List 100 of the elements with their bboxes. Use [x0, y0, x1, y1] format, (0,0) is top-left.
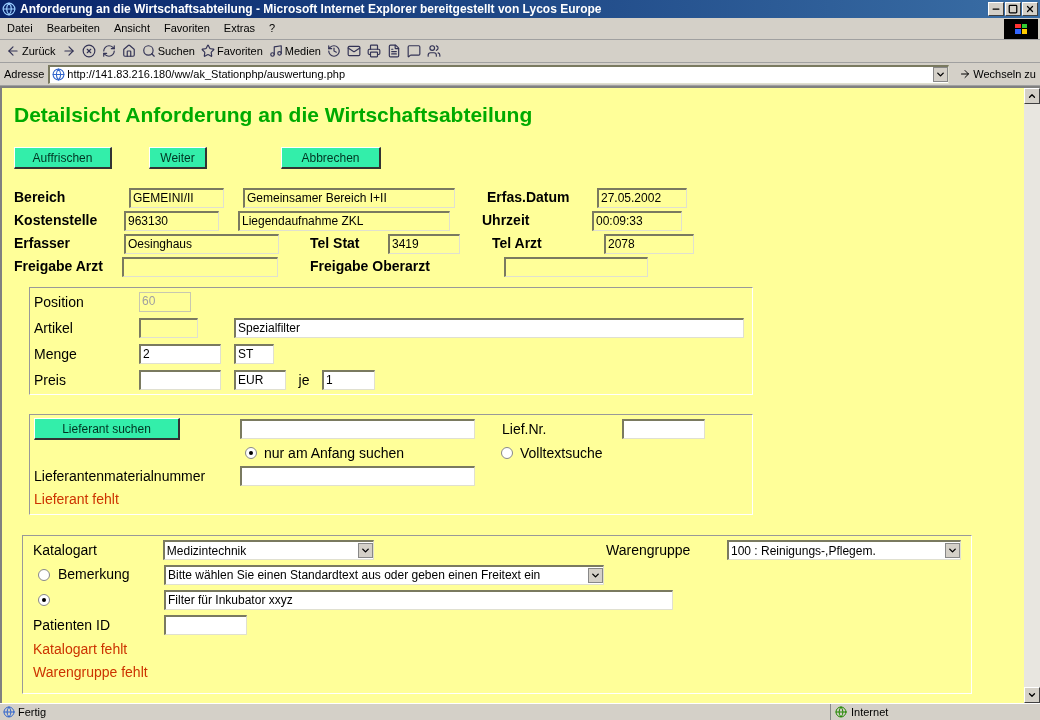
- input-field[interactable]: 963130: [124, 210, 219, 231]
- toolbar-button[interactable]: [326, 44, 341, 58]
- status-text: Fertig: [18, 704, 48, 720]
- menu-item[interactable]: Extras: [216, 20, 263, 37]
- scrollbar[interactable]: [1024, 88, 1040, 703]
- field-label: Freigabe Oberarzt: [310, 257, 431, 276]
- mail-icon: [346, 44, 361, 58]
- address-field[interactable]: http://141.83.216.180/ww/ak_Stationphp/auswertung.php: [48, 64, 950, 84]
- scroll-up-icon: [1027, 91, 1037, 101]
- input-field[interactable]: [164, 615, 247, 635]
- dropdown[interactable]: 100 : Reinigungs-,Pflegem.: [727, 540, 961, 560]
- form-button[interactable]: Abbrechen: [281, 147, 381, 169]
- input-field[interactable]: Filter für Inkubator xxyz: [164, 589, 673, 610]
- input-field[interactable]: 27.05.2002: [597, 187, 687, 208]
- toolbar-button[interactable]: [61, 44, 76, 58]
- page-icon: [52, 68, 66, 81]
- maximize-icon: [1008, 4, 1018, 14]
- input-field[interactable]: Oesinghaus: [124, 233, 279, 254]
- input-field[interactable]: [139, 318, 198, 338]
- input-field[interactable]: Spezialfilter: [234, 318, 744, 338]
- field-label: Warengruppe: [606, 540, 692, 560]
- toolbar-button[interactable]: [406, 44, 421, 58]
- field-label: Bereich: [14, 188, 67, 207]
- form-button[interactable]: Auffrischen: [14, 147, 112, 169]
- toolbar-button[interactable]: Medien: [268, 42, 321, 60]
- document-icon: [386, 44, 401, 58]
- input-field[interactable]: GEMEINI/II: [129, 187, 224, 208]
- field-label: Artikel: [34, 318, 74, 338]
- minimize-button[interactable]: [988, 2, 1004, 16]
- menu-item[interactable]: Favoriten: [157, 20, 217, 37]
- chat-icon: [406, 44, 421, 58]
- search-icon: [141, 44, 156, 58]
- input-field[interactable]: [240, 419, 475, 439]
- go-arrow-icon: [959, 68, 972, 80]
- toolbar-button[interactable]: [81, 44, 96, 58]
- field-label: Katalogart: [33, 540, 98, 560]
- page-heading: Detailsicht Anforderung an die Wirtschaftsabteilung: [14, 102, 534, 128]
- input-field[interactable]: 3419: [388, 233, 460, 254]
- toolbar-button[interactable]: [101, 44, 116, 58]
- field-label: Lief.Nr.: [502, 419, 548, 439]
- input-field[interactable]: EUR: [234, 370, 286, 390]
- radio-button[interactable]: [501, 447, 513, 459]
- forward-arrow-icon: [61, 44, 76, 58]
- field-label: Preis: [34, 370, 67, 390]
- error-message: Katalogart fehlt: [33, 640, 129, 659]
- menu-item[interactable]: Bearbeiten: [39, 20, 107, 37]
- maximize-button[interactable]: [1005, 2, 1021, 16]
- error-message: Warengruppe fehlt: [33, 663, 149, 682]
- field-label: Erfasser: [14, 234, 72, 253]
- toolbar-button[interactable]: [426, 44, 441, 58]
- menu-item[interactable]: Ansicht: [106, 20, 157, 37]
- input-field[interactable]: [139, 370, 221, 390]
- input-field[interactable]: 2078: [604, 233, 694, 254]
- input-field[interactable]: [240, 466, 475, 486]
- toolbar-button[interactable]: [346, 44, 361, 58]
- window-title: Anforderung an die Wirtschaftsabteilung - Microsoft Internet Explorer bereitgestellt von Lycos Europe: [20, 1, 603, 18]
- field-label: Patienten ID: [33, 615, 112, 635]
- star-icon: [200, 44, 215, 58]
- radio-label: Volltextsuche: [520, 443, 603, 463]
- stop-icon: [81, 44, 96, 58]
- field-label: Position: [34, 292, 85, 312]
- toolbar-button[interactable]: Suchen: [141, 42, 195, 60]
- input-field[interactable]: ST: [234, 344, 274, 364]
- form-button[interactable]: Lieferant suchen: [34, 418, 180, 440]
- field-label: je: [297, 370, 311, 390]
- field-label: Kostenstelle: [14, 211, 99, 230]
- toolbar-button[interactable]: Favoriten: [200, 42, 263, 60]
- toolbar-button[interactable]: Zurück: [6, 42, 56, 60]
- radio-label: Bemerkung: [58, 565, 130, 584]
- dropdown[interactable]: Medizintechnik: [162, 540, 375, 560]
- address-label: Adresse: [4, 66, 45, 82]
- history-icon: [326, 44, 341, 58]
- refresh-icon: [101, 44, 116, 58]
- input-field[interactable]: [504, 256, 648, 277]
- music-icon: [268, 44, 283, 58]
- radio-button[interactable]: [245, 447, 257, 459]
- close-button[interactable]: [1022, 2, 1038, 16]
- go-button[interactable]: Wechseln zu: [959, 65, 1036, 83]
- input-field[interactable]: 2: [139, 344, 221, 364]
- field-label: Erfas.Datum: [487, 188, 571, 207]
- menu-item[interactable]: ?: [262, 20, 283, 37]
- toolbar-button[interactable]: [121, 44, 136, 58]
- field-label: Uhrzeit: [482, 211, 531, 230]
- form-button[interactable]: Weiter: [149, 147, 207, 169]
- toolbar-button[interactable]: [366, 44, 381, 58]
- input-field[interactable]: 00:09:33: [592, 210, 682, 231]
- toolbar-button[interactable]: [386, 44, 401, 58]
- radio-button[interactable]: [38, 568, 50, 581]
- home-icon: [121, 44, 136, 58]
- input-field[interactable]: 1: [322, 370, 375, 390]
- close-icon: [1025, 4, 1035, 14]
- radio-button[interactable]: [38, 593, 50, 606]
- globe-icon: [835, 706, 847, 718]
- dropdown[interactable]: Bitte wählen Sie einen Standardtext aus oder geben einen Freitext ein: [164, 564, 604, 585]
- menu-item[interactable]: Datei: [0, 20, 40, 37]
- input-field[interactable]: [622, 419, 705, 439]
- people-icon: [426, 44, 441, 58]
- input-field[interactable]: Gemeinsamer Bereich I+II: [243, 187, 455, 208]
- input-field[interactable]: Liegendaufnahme ZKL: [238, 210, 450, 231]
- input-field[interactable]: [122, 256, 278, 277]
